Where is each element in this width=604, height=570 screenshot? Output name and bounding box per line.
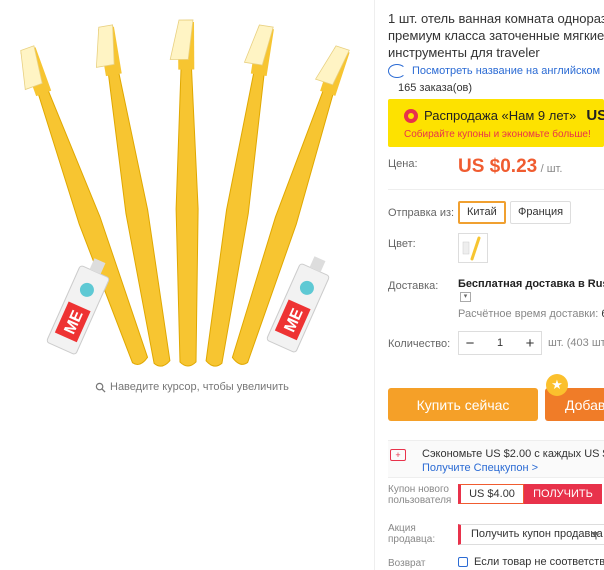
price-unit: / шт. (540, 163, 563, 175)
product-info-panel: 1 шт. отель ванная комната однораз преми… (388, 0, 604, 570)
color-label: Цвет: (388, 238, 416, 250)
returns-text: Если товар не соответствуе (474, 556, 604, 568)
color-option-thumbnail[interactable] (458, 233, 488, 263)
price-value: US $0.23 / шт. (458, 156, 562, 178)
toothbrush-thumbnail-icon (462, 236, 481, 261)
toothbrush-3 (169, 19, 199, 367)
new-user-coupon-label: Купон нового пользователя (388, 484, 451, 506)
price-label: Цена: (388, 158, 418, 170)
quantity-increase-button[interactable]: + (519, 332, 541, 354)
product-title-line: инструменты для traveler (388, 45, 540, 60)
seller-coupon-select-value: Получить купон продавца (471, 528, 603, 540)
magnifier-icon (95, 382, 106, 393)
product-image-gallery[interactable]: ME ME Наведите курсор, чтобы увеличить (0, 0, 370, 400)
location-pin-icon (404, 108, 418, 123)
returns-label: Возврат (388, 558, 426, 569)
special-coupon-link[interactable]: Получите Спецкупон > (422, 462, 538, 474)
product-title-line: премиум класса заточенные мягкие з (388, 28, 604, 43)
coupon-icon: + (390, 449, 406, 461)
new-user-coupon-label-line: пользователя (388, 495, 452, 506)
quantity-label: Количество: (388, 338, 451, 350)
product-image[interactable]: ME ME (0, 0, 370, 375)
returns-info: Если товар не соответствуе (458, 556, 604, 568)
translate-icon (388, 64, 406, 78)
quantity-decrease-button[interactable]: − (459, 332, 481, 354)
chevron-down-icon (591, 532, 599, 537)
zoom-hint: Наведите курсор, чтобы увеличить (95, 381, 289, 393)
stock-count: шт. (403 шт. (548, 337, 604, 349)
quantity-stepper: − 1 + (458, 331, 542, 355)
delivery-time-label: Расчётное время доставки: (458, 308, 599, 320)
delivery-dropdown-icon[interactable]: ▾ (460, 292, 471, 302)
ship-from-option-france[interactable]: Франция (510, 201, 572, 224)
star-badge-icon: ★ (546, 374, 568, 396)
get-coupon-button[interactable]: ПОЛУЧИТЬ (524, 484, 602, 504)
product-title: 1 шт. отель ванная комната однораз преми… (388, 10, 604, 61)
new-user-coupon-value: US $4.00 (458, 484, 524, 504)
promo-subtitle: Собирайте купоны и экономьте больше! (404, 129, 591, 140)
seller-promo-label-line: Акция (388, 523, 416, 534)
buy-now-button[interactable]: Купить сейчас (388, 388, 538, 421)
seller-promo-label-line: продавца: (388, 534, 436, 545)
product-title-line: 1 шт. отель ванная комната однораз (388, 11, 604, 26)
promo-price: US $ (586, 107, 604, 124)
savings-text: Сэкономьте US $2.00 с каждых US $15.0 (422, 448, 604, 460)
new-user-coupon-label-line: Купон нового (388, 484, 449, 495)
delivery-time: Расчётное время доставки: 60 (458, 308, 604, 320)
seller-promo-label: Акция продавца: (388, 523, 435, 545)
orders-count: 165 заказа(ов) (398, 82, 473, 94)
savings-box: + Сэкономьте US $2.00 с каждых US $15.0 … (388, 440, 604, 478)
seller-coupon-select[interactable]: Получить купон продавца (458, 524, 604, 545)
translate-link-text[interactable]: Посмотреть название на английском (412, 65, 600, 77)
ship-from-label: Отправка из: (388, 207, 455, 219)
zoom-hint-text: Наведите курсор, чтобы увеличить (110, 381, 289, 393)
delivery-text: Бесплатная доставка в Russia (458, 278, 604, 290)
translate-title-link[interactable]: Посмотреть название на английском (388, 64, 600, 78)
delivery-label: Доставка: (388, 280, 439, 292)
quantity-value[interactable]: 1 (497, 337, 503, 349)
ship-from-option-china[interactable]: Китай (458, 201, 506, 224)
promo-name: Распродажа «Нам 9 лет» (424, 108, 577, 123)
return-policy-icon (458, 557, 468, 567)
promo-banner[interactable]: Распродажа «Нам 9 лет» US $ Собирайте ку… (388, 99, 604, 147)
price-amount: US $0.23 (458, 156, 538, 177)
divider (388, 189, 604, 190)
column-divider (374, 0, 375, 570)
